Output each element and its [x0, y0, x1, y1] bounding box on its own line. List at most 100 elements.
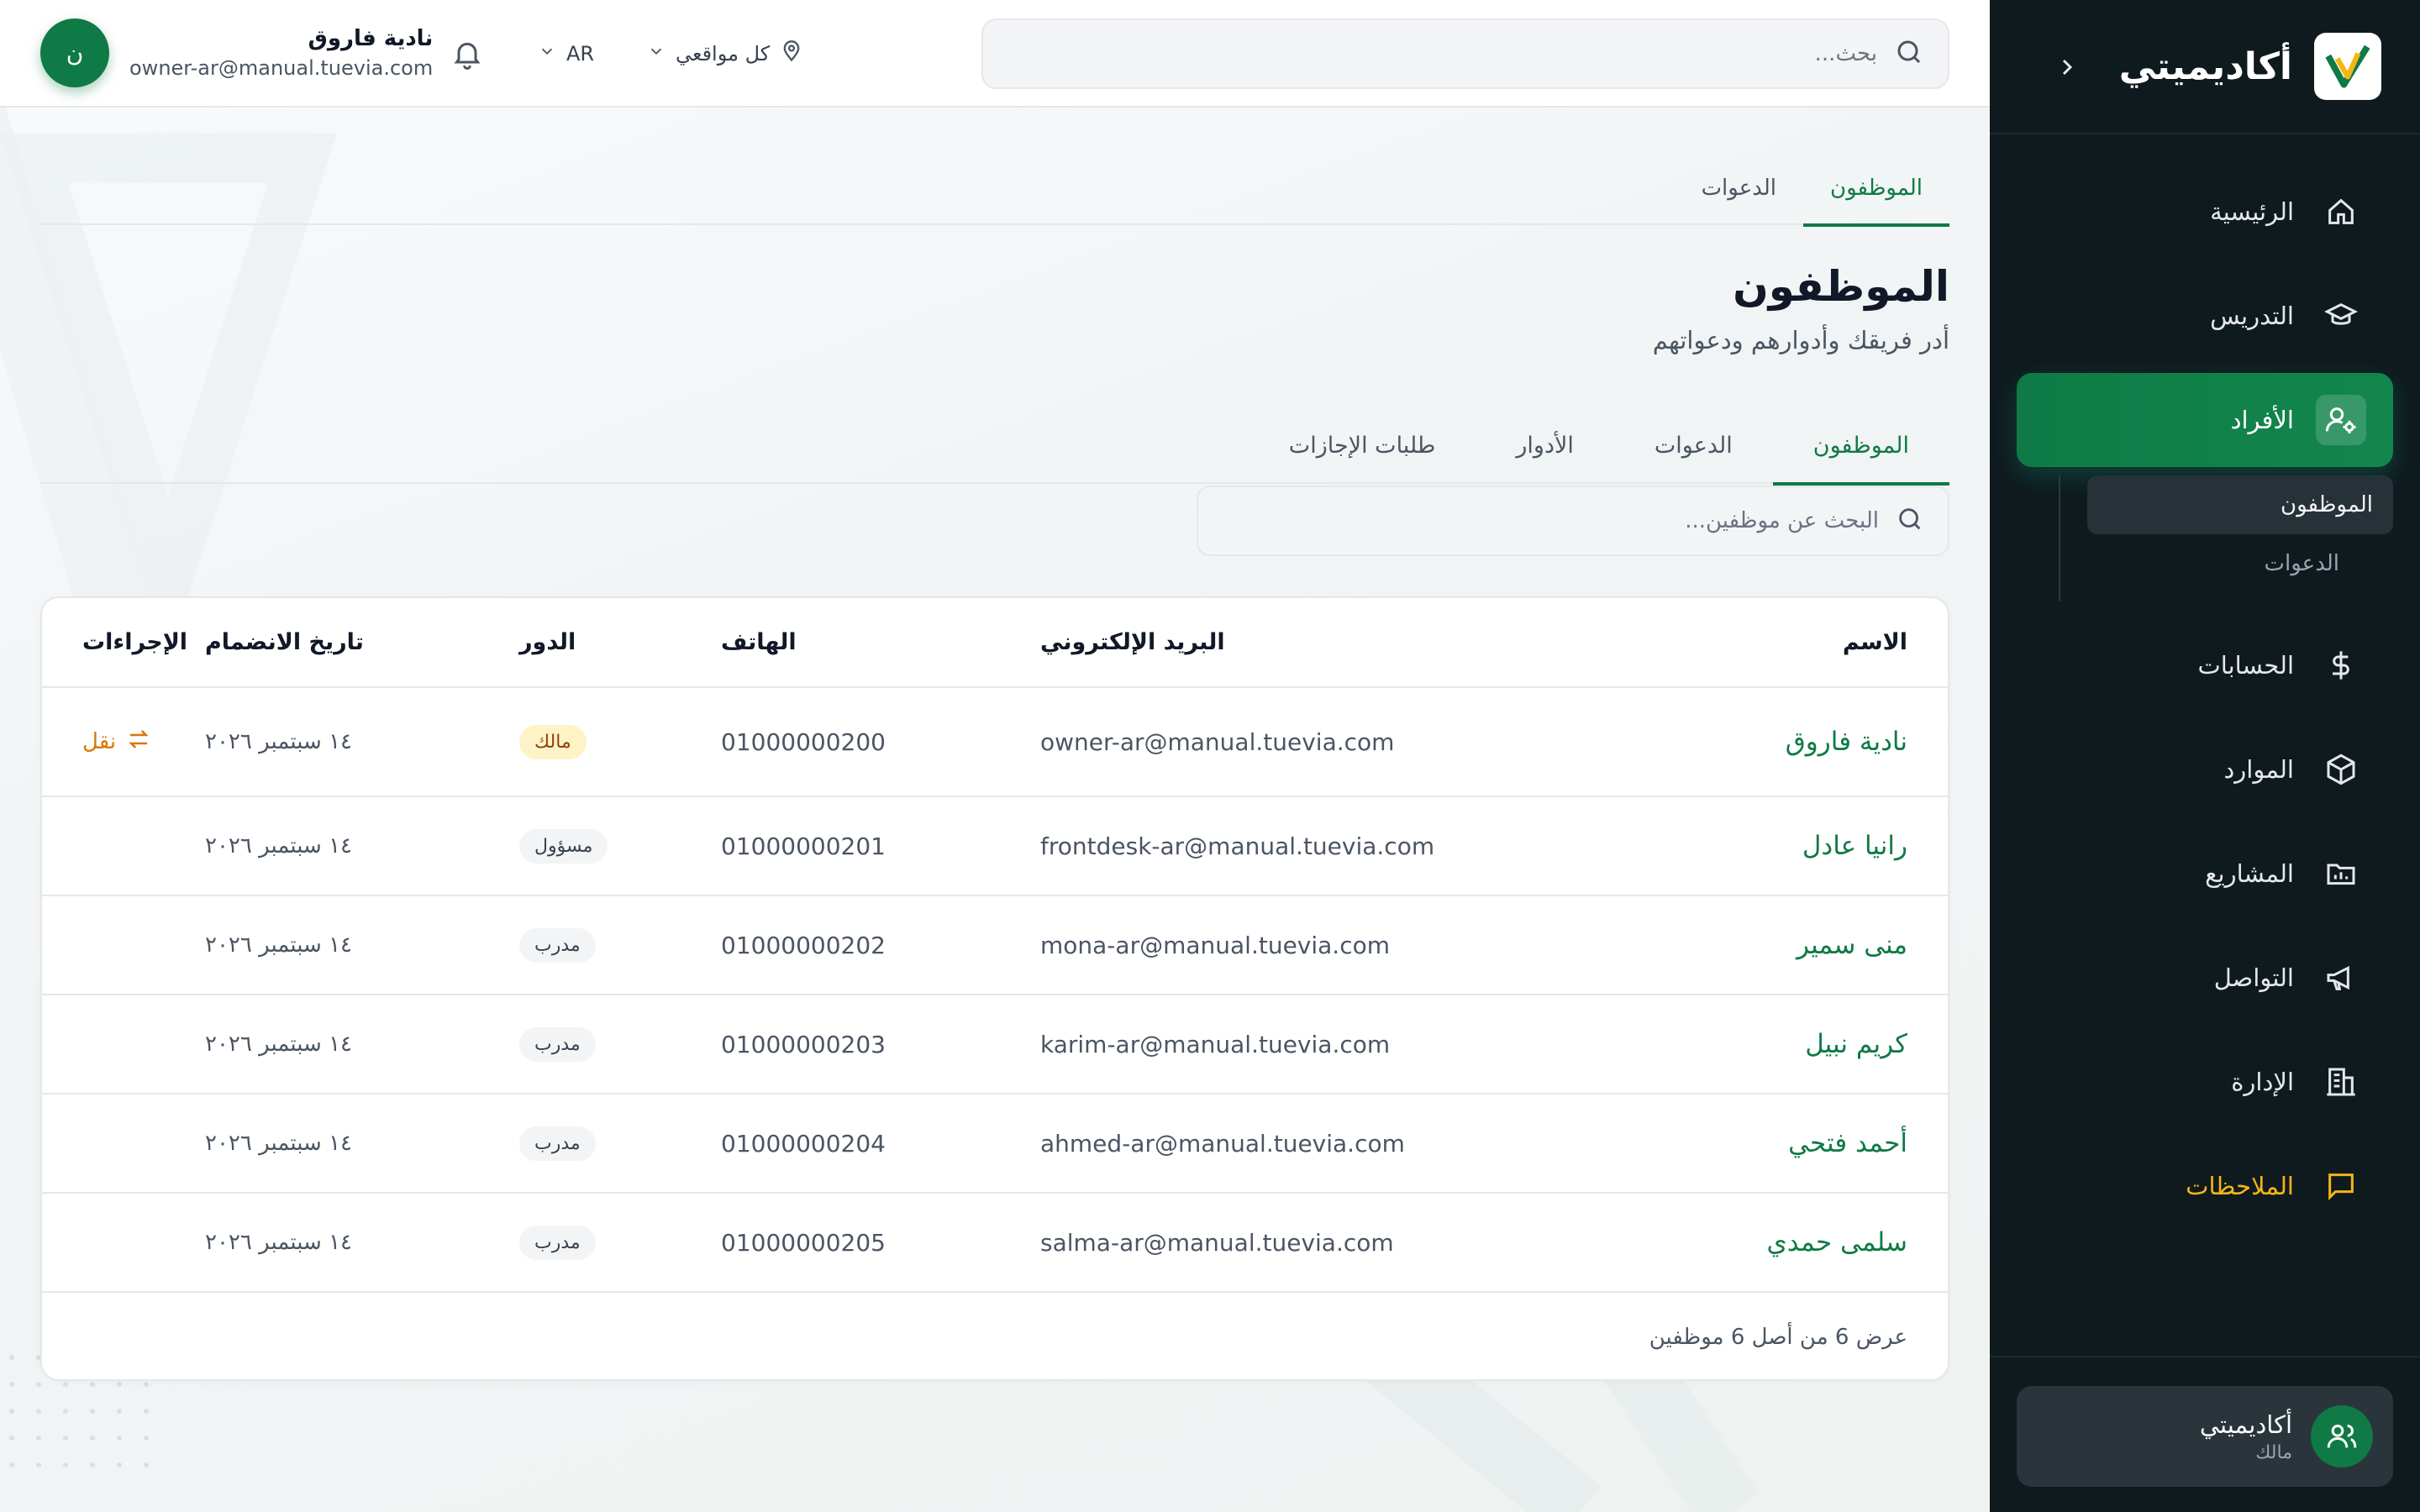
user-email: owner-ar@manual.tuevia.com: [129, 56, 434, 80]
tab-invitations[interactable]: الدعوات: [1675, 151, 1803, 225]
users-icon: [2311, 1405, 2373, 1467]
table-row: منى سمير mona-ar@manual.tuevia.com 01000…: [42, 895, 1948, 995]
role-badge: مدرب: [519, 927, 596, 963]
collapse-sidebar-button[interactable]: [2049, 49, 2086, 86]
location-label: كل مواقعي: [676, 42, 771, 66]
table-header-row: الاسم البريد الإلكتروني الهاتف الدور تار…: [42, 598, 1948, 688]
global-search-input[interactable]: [1007, 41, 1877, 66]
sidebar-item-label: التواصل: [2213, 963, 2294, 992]
map-pin-icon: [780, 39, 803, 68]
sidebar-item-accounts[interactable]: الحسابات: [2017, 618, 2393, 712]
search-icon: [1894, 37, 1924, 71]
subnav-item-label: الدعوات: [2264, 551, 2339, 576]
employee-email: ahmed-ar@manual.tuevia.com: [1040, 1129, 1405, 1158]
subnav-divider: [2059, 475, 2060, 601]
employee-name-link[interactable]: أحمد فتحي: [1788, 1128, 1907, 1158]
section-tabs: الموظفون الدعوات الأدوار طلبات الإجازات: [40, 407, 1950, 486]
sidebar-item-home[interactable]: الرئيسية: [2017, 165, 2393, 259]
employee-email: owner-ar@manual.tuevia.com: [1040, 727, 1395, 756]
folder-chart-icon: [2316, 848, 2366, 899]
dollar-icon: [2316, 640, 2366, 690]
employee-email: salma-ar@manual.tuevia.com: [1040, 1228, 1394, 1257]
role-badge: مسؤول: [519, 828, 608, 864]
sidebar-item-administration[interactable]: الإدارة: [2017, 1035, 2393, 1129]
message-icon: [2316, 1161, 2366, 1211]
sidebar-nav: الرئيسية التدريس الأفراد الموظفون الدعوا…: [1990, 134, 2420, 1233]
language-select[interactable]: AR: [538, 34, 594, 74]
sidebar-item-label: الموارد: [2223, 755, 2294, 784]
employee-name-link[interactable]: سلمى حمدي: [1767, 1227, 1907, 1257]
chevron-down-icon: [538, 42, 556, 66]
location-select[interactable]: كل مواقعي: [647, 34, 803, 74]
logo[interactable]: [2314, 33, 2381, 100]
sidebar-item-label: الرئيسية: [2210, 197, 2294, 226]
account-role: مالك: [2255, 1441, 2292, 1463]
employee-phone: 01000000203: [721, 1030, 886, 1058]
page-title: الموظفون: [1733, 262, 1949, 311]
tab-employees-secondary[interactable]: الموظفون: [1772, 407, 1950, 486]
tab-roles[interactable]: الأدوار: [1476, 407, 1614, 484]
employee-email: frontdesk-ar@manual.tuevia.com: [1040, 832, 1435, 860]
language-label: AR: [566, 42, 595, 66]
search-icon: [1896, 505, 1924, 537]
chevron-down-icon: [647, 42, 666, 66]
page-header: الموظفون أدر فريقك وأدوارهم ودعواتهم: [1653, 262, 1949, 354]
user-menu[interactable]: ن نادية فاروق owner-ar@manual.tuevia.com: [40, 18, 433, 87]
account-name: أكاديميتي: [2199, 1410, 2292, 1439]
employee-name-link[interactable]: نادية فاروق: [1786, 727, 1907, 757]
employee-name-link[interactable]: منى سمير: [1797, 930, 1907, 960]
table-row: نادية فاروق owner-ar@manual.tuevia.com 0…: [42, 687, 1948, 797]
sidebar-item-projects[interactable]: المشاريع: [2017, 827, 2393, 921]
notifications-bell-icon[interactable]: [447, 34, 487, 74]
chevron-right-icon: [2062, 59, 2073, 76]
employee-search-input[interactable]: [1222, 508, 1879, 533]
joined-date: ١٤ سبتمبر ٢٠٢٦: [205, 1032, 353, 1057]
building-icon: [2316, 1057, 2366, 1107]
graduation-cap-icon: [2316, 291, 2366, 341]
home-icon: [2316, 186, 2366, 237]
user-gear-icon: [2316, 395, 2366, 445]
column-header-email: البريد الإلكتروني: [1040, 598, 1612, 688]
joined-date: ١٤ سبتمبر ٢٠٢٦: [205, 1230, 353, 1255]
subnav-item-invitations[interactable]: الدعوات: [2087, 534, 2393, 593]
sidebar-item-label: الملاحظات: [2186, 1172, 2294, 1200]
tab-invitations-secondary[interactable]: الدعوات: [1614, 407, 1773, 484]
logo-icon: [2325, 45, 2370, 88]
tab-leave-requests[interactable]: طلبات الإجازات: [1249, 407, 1476, 484]
sidebar-header: أكاديميتي: [1990, 0, 2420, 134]
joined-date: ١٤ سبتمبر ٢٠٢٦: [205, 729, 353, 754]
employee-phone: 01000000202: [721, 931, 886, 959]
table-row: كريم نبيل karim-ar@manual.tuevia.com 010…: [42, 995, 1948, 1095]
sidebar-item-communication[interactable]: التواصل: [2017, 931, 2393, 1025]
global-search[interactable]: [981, 18, 1949, 89]
sidebar-item-feedback[interactable]: الملاحظات: [2017, 1139, 2393, 1233]
employee-name-link[interactable]: رانيا عادل: [1802, 831, 1907, 861]
column-header-name: الاسم: [1612, 598, 1948, 688]
sidebar-item-people[interactable]: الأفراد: [2017, 373, 2393, 467]
brand-name: أكاديميتي: [2118, 45, 2292, 88]
employee-search[interactable]: [1197, 486, 1949, 556]
results-count: عرض 6 من أصل 6 موظفين: [1649, 1325, 1907, 1350]
transfer-arrows-icon: [126, 727, 151, 758]
employee-name-link[interactable]: كريم نبيل: [1805, 1029, 1907, 1059]
employee-email: karim-ar@manual.tuevia.com: [1040, 1030, 1391, 1058]
employees-table-card: الاسم البريد الإلكتروني الهاتف الدور تار…: [40, 596, 1949, 1381]
account-switcher[interactable]: أكاديميتي مالك: [2017, 1386, 2393, 1487]
sidebar: أكاديميتي الرئيسية التدريس الأفراد الموظ…: [1990, 0, 2420, 1512]
column-header-role: الدور: [519, 598, 721, 688]
role-badge: مالك: [519, 724, 587, 759]
transfer-ownership-button[interactable]: نقل: [82, 727, 151, 758]
subnav-item-employees[interactable]: الموظفون: [2087, 475, 2393, 534]
employee-phone: 01000000204: [721, 1129, 886, 1158]
sidebar-item-label: الحسابات: [2197, 651, 2294, 680]
main-content: كل مواقعي AR ن نادية فاروق owner-ar@manu…: [0, 0, 1990, 1512]
column-header-phone: الهاتف: [721, 598, 1040, 688]
tab-employees[interactable]: الموظفون: [1803, 151, 1949, 227]
joined-date: ١٤ سبتمبر ٢٠٢٦: [205, 932, 353, 958]
user-name: نادية فاروق: [308, 26, 434, 51]
top-bar: كل مواقعي AR ن نادية فاروق owner-ar@manu…: [0, 0, 1990, 108]
page-subtitle: أدر فريقك وأدوارهم ودعواتهم: [1652, 326, 1949, 354]
sidebar-item-teaching[interactable]: التدريس: [2017, 269, 2393, 363]
sidebar-item-resources[interactable]: الموارد: [2017, 722, 2393, 816]
subnav-item-label: الموظفون: [2281, 492, 2373, 517]
